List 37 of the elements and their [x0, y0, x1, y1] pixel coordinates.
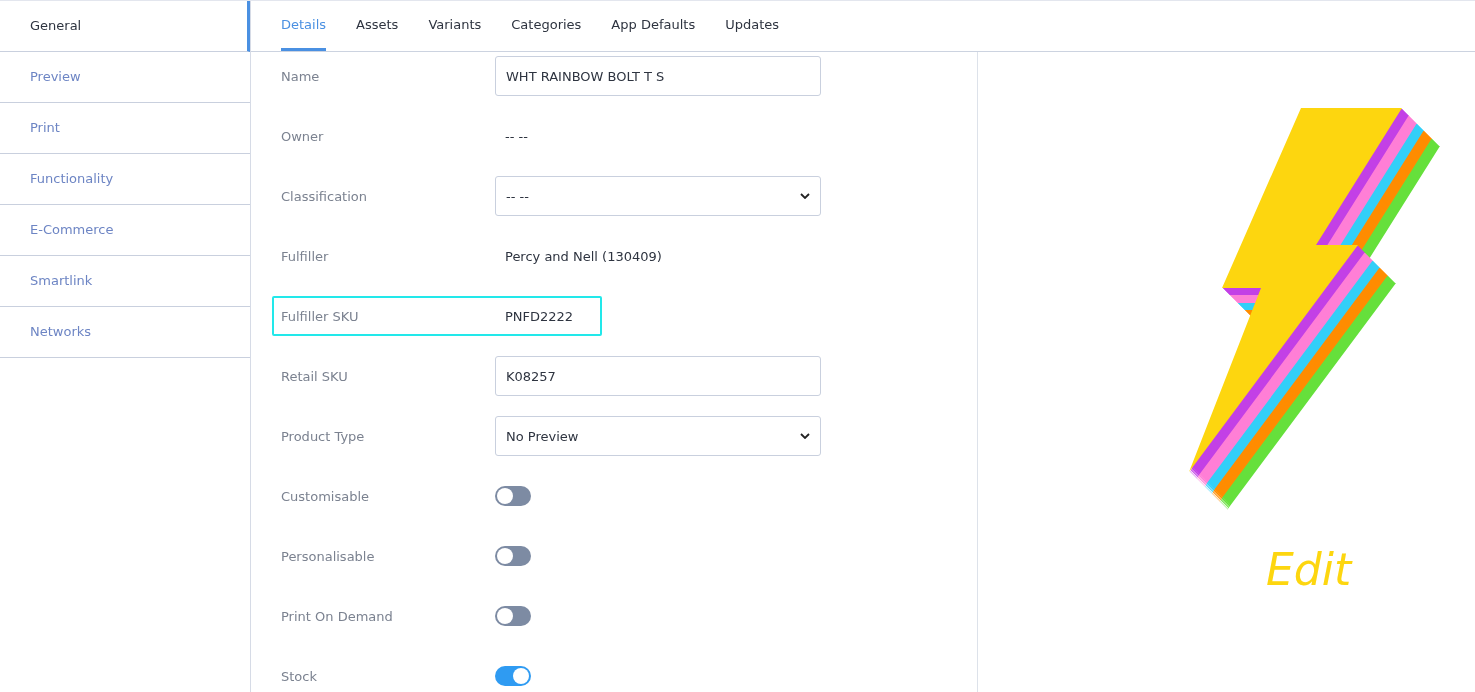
field-label: Print On Demand — [281, 608, 394, 624]
sidebar-item[interactable]: Smartlink — [0, 256, 250, 307]
field-label: Personalisable — [281, 548, 376, 564]
field-label: Product Type — [281, 428, 366, 444]
toggle-switch[interactable] — [495, 486, 531, 506]
toggle-switch[interactable] — [495, 546, 531, 566]
sidebar-item[interactable]: Preview — [0, 52, 250, 103]
edit-caption: Edit — [1266, 544, 1352, 595]
field-label: Retail SKU — [281, 368, 349, 384]
tab[interactable]: Assets — [356, 1, 399, 51]
input-field[interactable]: WHT RAINBOW BOLT T S — [495, 56, 821, 96]
field-label: Customisable — [281, 488, 371, 504]
chevron-down-icon — [800, 193, 810, 199]
sidebar-item[interactable]: E-Commerce — [0, 205, 250, 256]
sidebar-item[interactable]: Functionality — [0, 154, 250, 205]
field-label: Fulfiller SKU — [281, 308, 360, 324]
chevron-down-icon — [800, 433, 810, 439]
tab[interactable]: App Defaults — [611, 1, 696, 51]
field-label: Fulfiller — [281, 248, 330, 264]
input-field[interactable]: K08257 — [495, 356, 821, 396]
field-value: -- -- — [504, 128, 528, 144]
tab[interactable]: Updates — [725, 1, 780, 51]
toggle-switch[interactable] — [495, 666, 531, 686]
field-label: Classification — [281, 188, 369, 204]
select-field[interactable]: No Preview — [495, 416, 821, 456]
field-label: Name — [281, 68, 321, 84]
tab[interactable]: Variants — [428, 1, 482, 51]
field-value: PNFD2222 — [504, 308, 574, 324]
field-label: Owner — [281, 128, 325, 144]
field-label: Stock — [281, 668, 318, 684]
sidebar-item[interactable]: Networks — [0, 307, 250, 358]
sidebar-item[interactable]: General — [0, 1, 250, 52]
select-field[interactable]: -- -- — [495, 176, 821, 216]
field-value: Percy and Nell (130409) — [504, 248, 662, 264]
sidebar-item[interactable]: Print — [0, 103, 250, 154]
tab[interactable]: Categories — [511, 1, 582, 51]
toggle-switch[interactable] — [495, 606, 531, 626]
